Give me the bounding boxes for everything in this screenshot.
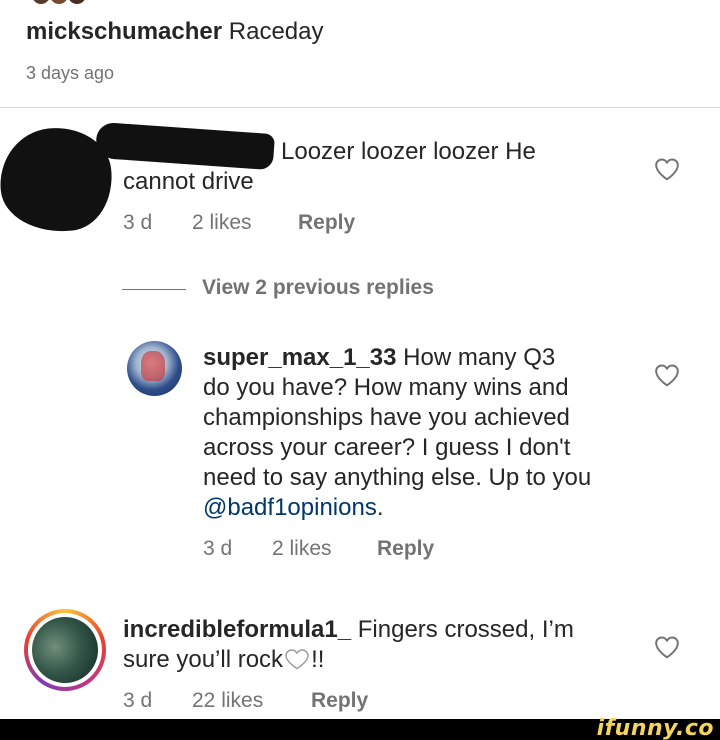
heart-icon[interactable] — [654, 157, 680, 181]
comment-text-line: @badf1opinions. — [203, 493, 384, 523]
comment-text-before-emoji: sure you’ll rock — [123, 646, 284, 673]
comment-text: incredibleformula1_ Fingers crossed, I’m — [123, 615, 574, 645]
avatar — [48, 0, 70, 6]
redacted-username — [94, 121, 276, 171]
story-avatar[interactable] — [24, 609, 106, 691]
comment-text-line: Fingers crossed, I’m — [357, 616, 574, 643]
comment-text-suffix: . — [376, 494, 384, 521]
likes-count[interactable]: 2 likes — [192, 211, 252, 235]
comment-text-after-emoji: !! — [311, 646, 325, 673]
replies-line — [122, 289, 186, 290]
likes-count[interactable]: 22 likes — [192, 689, 263, 713]
mention-link[interactable]: @badf1opinions — [203, 494, 377, 521]
comment-text: Loozer loozer loozer He — [281, 138, 536, 165]
white-heart-icon — [283, 648, 311, 670]
reply-button[interactable]: Reply — [377, 537, 434, 561]
avatar — [30, 0, 52, 6]
avatar — [66, 0, 88, 6]
comment-time: 3 d — [123, 211, 153, 234]
comment-text-line: sure you’ll rock!! — [123, 645, 324, 675]
comment-text: super_max_1_33 How many Q3 — [203, 343, 555, 373]
view-replies-label: View 2 previous replies — [202, 276, 434, 299]
caption-timestamp: 3 days ago — [26, 63, 115, 83]
comment-username[interactable]: super_max_1_33 — [203, 344, 396, 371]
heart-icon[interactable] — [654, 363, 680, 387]
heart-icon[interactable] — [654, 635, 680, 659]
comment-text-line: do you have? How many wins and — [203, 374, 569, 401]
comment-text-line: championships have you achieved — [203, 404, 570, 431]
comment-time: 3 d — [123, 689, 153, 712]
avatar — [32, 617, 98, 683]
avatar-ring-inner — [28, 613, 102, 687]
comment-text-line: across your career? I guess I don't — [203, 434, 571, 461]
avatar[interactable] — [127, 341, 182, 396]
watermark-logo: ifunny.co — [596, 716, 714, 740]
comment-username[interactable]: incredibleformula1_ — [123, 616, 351, 643]
top-avatars — [30, 0, 120, 6]
reply-button[interactable]: Reply — [311, 689, 368, 713]
comment-text-line: need to say anything else. Up to you — [203, 464, 592, 491]
likes-count[interactable]: 2 likes — [272, 537, 332, 561]
caption-username[interactable]: mickschumacher — [26, 18, 222, 45]
divider — [0, 107, 720, 108]
comment-text-line: How many Q3 — [403, 344, 556, 371]
comment-text: cannot drive — [123, 168, 254, 195]
caption-text: Raceday — [228, 18, 324, 45]
reply-button[interactable]: Reply — [298, 211, 355, 235]
post-caption: mickschumacher Raceday — [26, 18, 324, 46]
comment-time: 3 d — [203, 537, 233, 560]
watermark-bar: ifunny.co — [0, 716, 720, 740]
